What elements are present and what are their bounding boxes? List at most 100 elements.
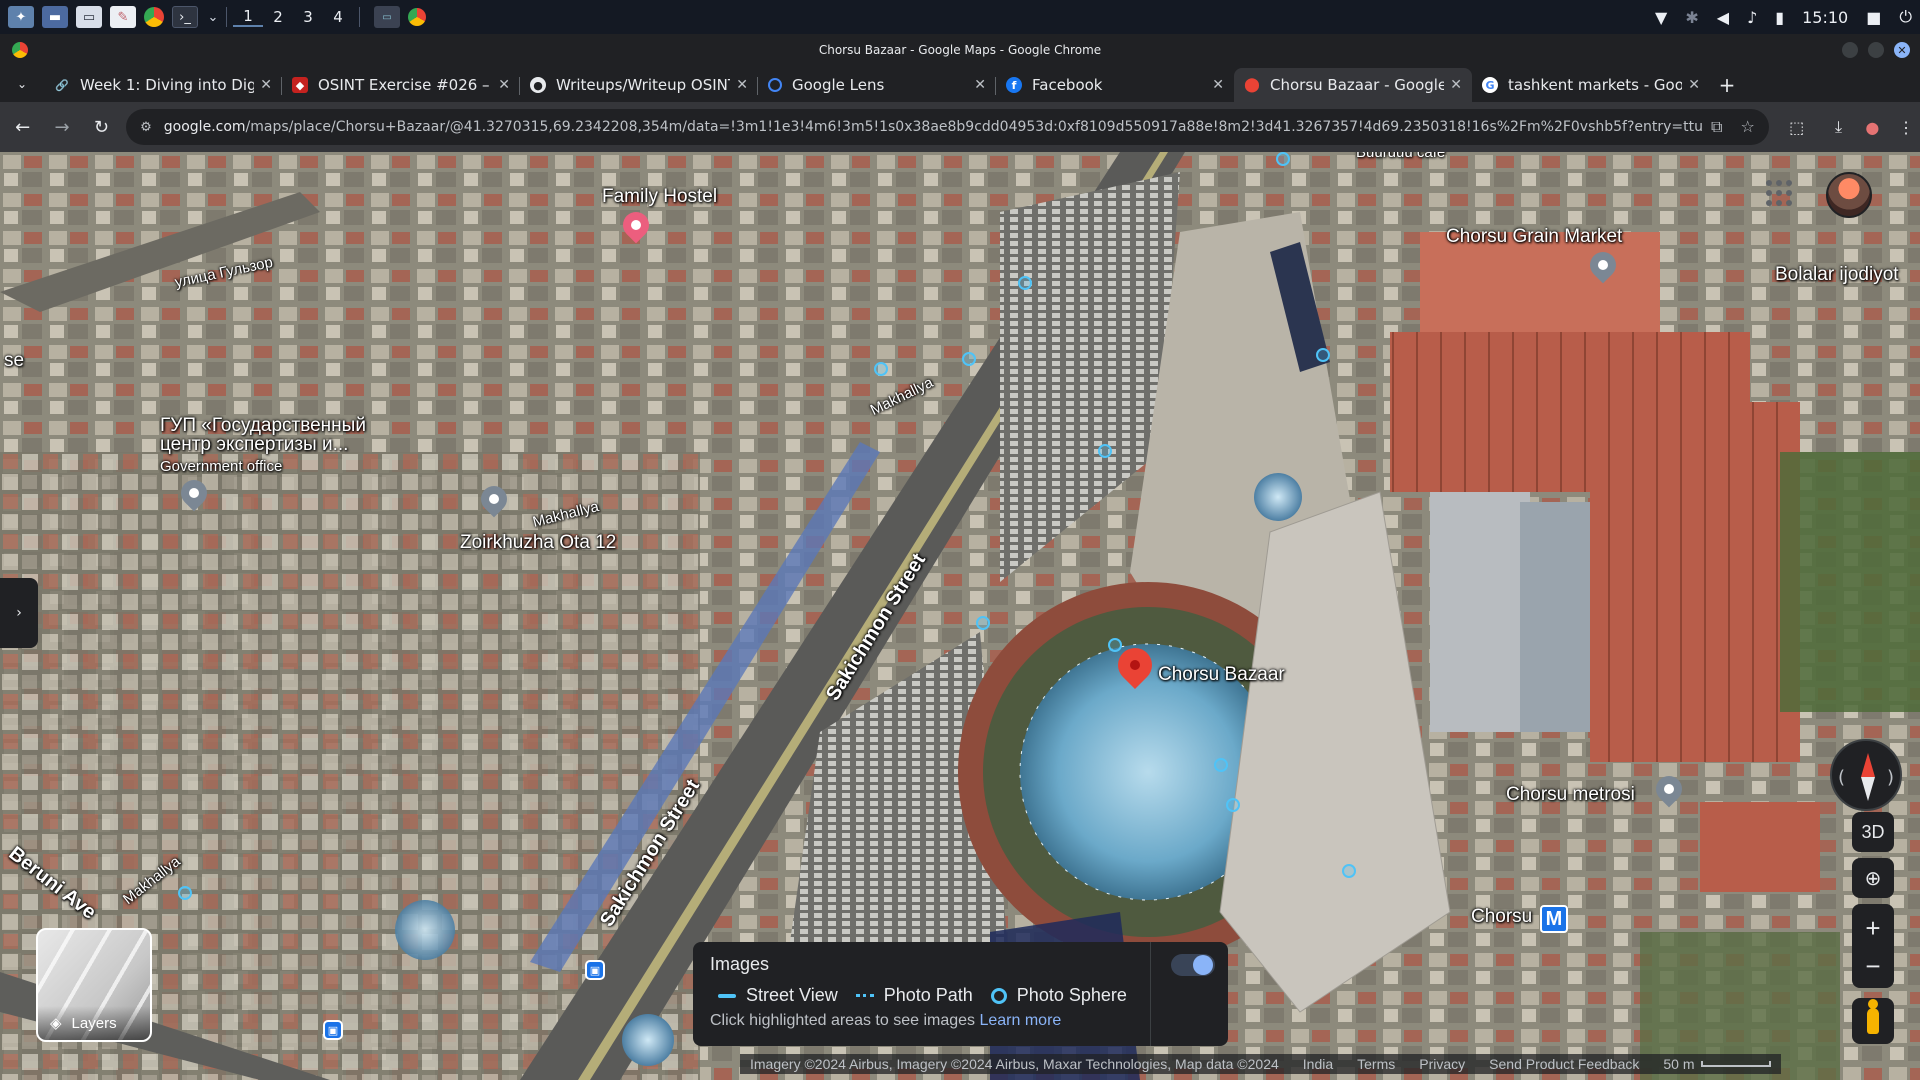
close-tab-icon[interactable]: ✕ [736, 77, 748, 93]
photo-sphere-marker[interactable] [1316, 348, 1330, 362]
map-label-family-hostel[interactable]: Family Hostel [602, 186, 717, 208]
volume-icon[interactable]: ◀ [1717, 8, 1729, 27]
chevron-down-icon[interactable]: ⌄ [206, 6, 220, 28]
place-pin-icon[interactable] [475, 480, 513, 522]
photo-sphere-marker[interactable] [874, 362, 888, 376]
layers-button[interactable]: ◈ Layers [36, 928, 152, 1042]
window-thumbnail-icon[interactable]: ▭ [374, 6, 400, 28]
tab-chorsu-bazaar[interactable]: ⬤ Chorsu Bazaar - Google M ✕ [1234, 68, 1472, 102]
tab-search-chevron-icon[interactable]: ⌄ [0, 66, 44, 102]
back-arrow-icon[interactable]: ← [6, 109, 39, 145]
extensions-icon[interactable]: ⬚ [1783, 112, 1811, 142]
compass-control[interactable]: ( ) [1830, 739, 1902, 811]
photo-sphere-marker[interactable] [962, 352, 976, 366]
workspace-2[interactable]: 2 [263, 8, 293, 26]
battery-icon[interactable]: ▮ [1775, 8, 1784, 27]
tab-tashkent-markets[interactable]: G tashkent markets - Goog ✕ [1472, 68, 1710, 102]
notification-bell-icon[interactable]: ♪ [1747, 8, 1757, 27]
selected-place-pin-icon[interactable] [1110, 640, 1160, 694]
photo-sphere-marker[interactable] [1226, 798, 1240, 812]
photo-sphere-marker[interactable] [1342, 864, 1356, 878]
apps-grid-icon[interactable] [1766, 180, 1792, 206]
metro-station-icon[interactable]: M [1540, 905, 1568, 933]
close-tab-icon[interactable]: ✕ [1450, 77, 1462, 93]
photo-sphere-marker[interactable] [976, 616, 990, 630]
forward-arrow-icon[interactable]: → [45, 109, 78, 145]
government-office-pin-icon[interactable] [175, 474, 213, 516]
photo-sphere-marker[interactable] [1018, 276, 1032, 290]
close-tab-icon[interactable]: ✕ [498, 77, 510, 93]
workspace-3[interactable]: 3 [293, 8, 323, 26]
scale-bar[interactable]: 50 m [1663, 1056, 1771, 1072]
lock-icon[interactable]: ■ [1866, 8, 1881, 27]
map-label-chorsu-bazaar[interactable]: Chorsu Bazaar [1158, 664, 1285, 686]
place-pin-icon[interactable] [1584, 246, 1622, 288]
close-window-button[interactable]: ✕ [1894, 42, 1910, 58]
images-toggle-switch[interactable] [1171, 954, 1215, 976]
minimize-button[interactable] [1842, 42, 1858, 58]
map-label-zoirkhuzha[interactable]: Zoirkhuzha Ota 12 [460, 532, 616, 554]
document-viewer-icon[interactable]: ✎ [110, 6, 136, 28]
map-canvas[interactable]: Family Hostel улица Гульзор ГУП «Государ… [0, 152, 1920, 1080]
tab-google-lens[interactable]: Google Lens ✕ [758, 68, 996, 102]
photo-sphere-marker[interactable] [1276, 152, 1290, 166]
terms-link[interactable]: Terms [1357, 1056, 1395, 1072]
region-link[interactable]: India [1303, 1056, 1333, 1072]
learn-more-link[interactable]: Learn more [979, 1012, 1061, 1029]
close-tab-icon[interactable]: ✕ [1688, 77, 1700, 93]
file-manager-icon[interactable]: ▭ [76, 6, 102, 28]
map-label-chorsu-metro[interactable]: Chorsu [1471, 906, 1532, 928]
photo-sphere-marker[interactable] [1214, 758, 1228, 772]
pegman-street-view-button[interactable] [1852, 998, 1894, 1044]
tab-week1[interactable]: 🔗 Week 1: Diving into Digit ✕ [44, 68, 282, 102]
rotate-right-icon[interactable]: ) [1887, 767, 1894, 788]
expand-side-panel-button[interactable]: › [0, 578, 38, 648]
photo-sphere-marker[interactable] [178, 886, 192, 900]
chrome-window-icon[interactable] [408, 8, 426, 26]
map-label-gov-office[interactable]: ГУП «Государственный центр экспертизы и.… [160, 416, 400, 454]
map-label-grain-market[interactable]: Chorsu Grain Market [1446, 226, 1622, 248]
close-tab-icon[interactable]: ✕ [974, 77, 986, 93]
close-tab-icon[interactable]: ✕ [260, 77, 272, 93]
install-app-icon[interactable]: ⧉ [1711, 117, 1722, 137]
my-location-button[interactable]: ⊕ [1852, 858, 1894, 898]
zoom-in-button[interactable]: + [1865, 908, 1880, 948]
site-info-icon[interactable]: ⚙ [140, 120, 152, 135]
chrome-icon[interactable] [144, 7, 164, 27]
wifi-icon[interactable]: ▼ [1655, 8, 1667, 27]
workspace-1[interactable]: 1 [233, 7, 263, 27]
tab-writeups[interactable]: ● Writeups/Writeup OSINT ✕ [520, 68, 758, 102]
tab-facebook[interactable]: f Facebook ✕ [996, 68, 1234, 102]
bus-stop-icon[interactable]: ▣ [585, 960, 605, 980]
reload-icon[interactable]: ↻ [85, 109, 118, 145]
privacy-link[interactable]: Privacy [1419, 1056, 1465, 1072]
rotate-left-icon[interactable]: ( [1838, 767, 1845, 788]
new-tab-button[interactable]: + [1710, 68, 1744, 102]
hostel-pin-icon[interactable] [617, 206, 655, 248]
more-menu-icon[interactable]: ⋮ [1892, 112, 1920, 142]
3d-toggle-button[interactable]: 3D [1852, 812, 1894, 852]
place-pin-icon[interactable] [1650, 770, 1688, 812]
workspace-4[interactable]: 4 [323, 8, 353, 26]
profile-avatar[interactable]: ● [1858, 112, 1886, 142]
terminal-icon[interactable]: ›_ [172, 6, 198, 28]
download-icon[interactable]: ⤓ [1825, 112, 1853, 142]
close-tab-icon[interactable]: ✕ [1212, 77, 1224, 93]
address-bar[interactable]: ⚙ google.com/maps/place/Chorsu+Bazaar/@4… [126, 109, 1769, 145]
zoom-out-button[interactable]: − [1865, 948, 1880, 984]
account-avatar[interactable] [1826, 172, 1872, 218]
tab-osint-exercise[interactable]: ◆ OSINT Exercise #026 – S ✕ [282, 68, 520, 102]
tab-strip: ⌄ 🔗 Week 1: Diving into Digit ✕ ◆ OSINT … [0, 66, 1920, 102]
photo-sphere-marker[interactable] [1098, 444, 1112, 458]
power-icon[interactable]: ⏻ [1899, 7, 1912, 27]
feedback-link[interactable]: Send Product Feedback [1489, 1056, 1639, 1072]
map-label-gov-office-type: Government office [160, 458, 283, 475]
map-label-bolalar[interactable]: Bolalar ijodiyot [1775, 264, 1899, 286]
map-label-chorsu-metrosi[interactable]: Chorsu metrosi [1506, 784, 1635, 806]
desktop-icon[interactable]: ▬ [42, 6, 68, 28]
bus-stop-icon[interactable]: ▣ [323, 1020, 343, 1040]
maximize-button[interactable] [1868, 42, 1884, 58]
app-launcher-icon[interactable]: ✦ [8, 6, 34, 28]
bluetooth-icon[interactable]: ✱ [1685, 8, 1698, 27]
bookmark-star-icon[interactable]: ☆ [1740, 117, 1754, 137]
